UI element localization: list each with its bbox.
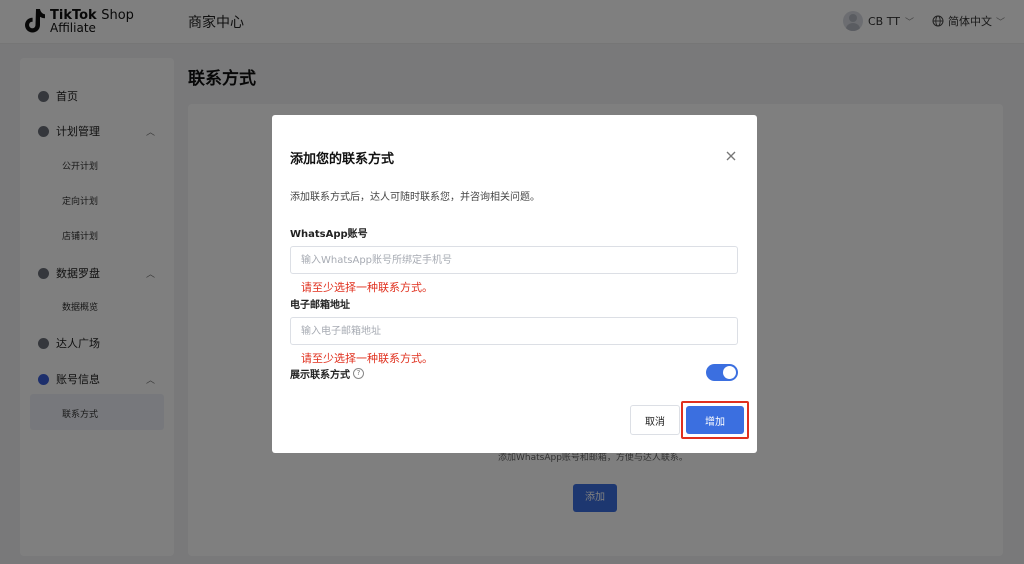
modal-title: 添加您的联系方式 xyxy=(290,152,395,167)
whatsapp-input[interactable] xyxy=(290,246,738,274)
modal-description: 添加联系方式后，达人可随时联系您，并咨询相关问题。 xyxy=(290,192,540,203)
show-contact-label: 展示联系方式 ? xyxy=(290,366,364,381)
cancel-button[interactable]: 取消 xyxy=(630,405,680,435)
toggle-knob xyxy=(723,366,736,379)
add-contact-modal: 添加您的联系方式 添加联系方式后，达人可随时联系您，并咨询相关问题。 Whats… xyxy=(272,115,757,453)
email-error-message: 请至少选择一种联系方式。 xyxy=(301,352,433,365)
email-label: 电子邮箱地址 xyxy=(290,300,350,311)
confirm-button-highlight: 增加 xyxy=(681,401,749,439)
whatsapp-label: WhatsApp账号 xyxy=(290,229,368,240)
email-input[interactable] xyxy=(290,317,738,345)
confirm-add-button[interactable]: 增加 xyxy=(686,406,744,434)
help-icon[interactable]: ? xyxy=(353,368,364,379)
show-contact-toggle[interactable] xyxy=(706,364,738,381)
whatsapp-error-message: 请至少选择一种联系方式。 xyxy=(301,281,433,294)
close-icon[interactable] xyxy=(724,149,738,163)
